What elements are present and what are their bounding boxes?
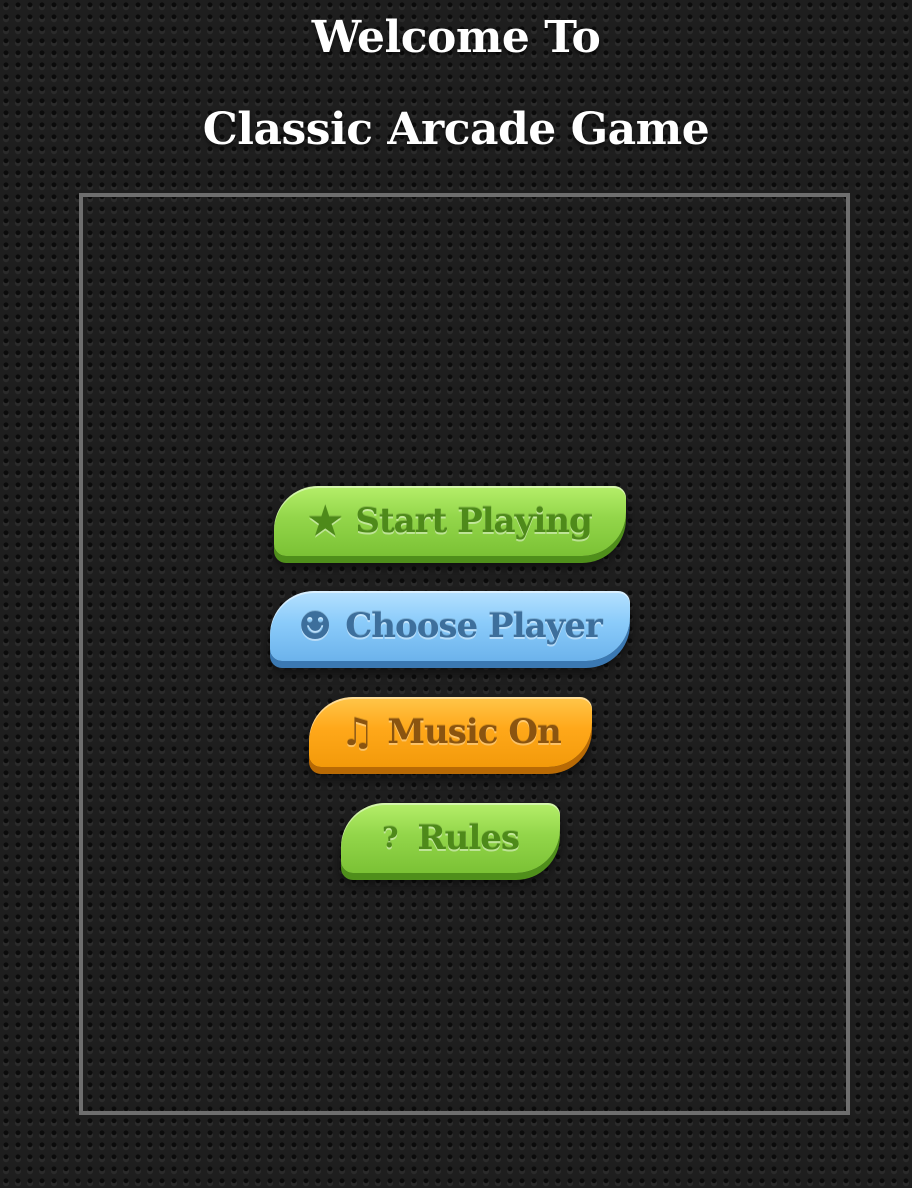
- title-welcome: Welcome To: [311, 12, 601, 63]
- music-toggle-label: Music On: [387, 712, 561, 752]
- choose-player-label: Choose Player: [345, 606, 603, 646]
- star-icon: ★: [308, 498, 342, 543]
- question-icon: ?: [381, 821, 398, 854]
- choose-player-button[interactable]: ☻ Choose Player: [270, 591, 630, 661]
- smiley-icon: ☻: [298, 603, 332, 648]
- music-note-icon: ♫: [340, 709, 374, 754]
- title-game-name: Classic Arcade Game: [202, 104, 710, 155]
- start-playing-label: Start Playing: [355, 501, 592, 541]
- start-playing-button[interactable]: ★ Start Playing: [274, 486, 626, 556]
- rules-label: Rules: [417, 818, 520, 858]
- rules-button[interactable]: ? Rules: [341, 803, 560, 873]
- music-toggle-button[interactable]: ♫ Music On: [309, 697, 592, 767]
